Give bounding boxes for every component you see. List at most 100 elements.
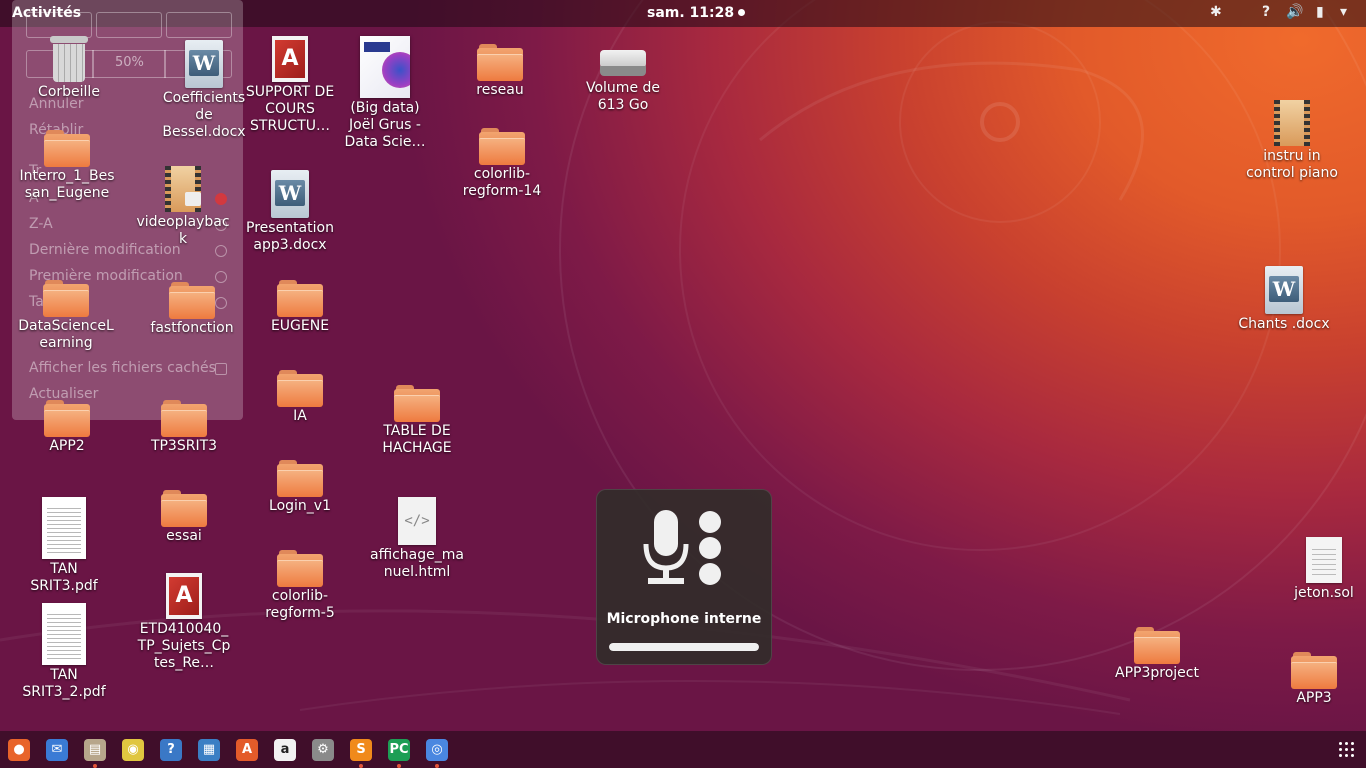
dock-app-thunderbird-icon[interactable]: ✉ — [46, 739, 68, 761]
desktop-icon-file[interactable]: TAN SRIT3_2.pdf — [16, 603, 112, 701]
desktop-icon-folder[interactable]: colorlib-regform-5 — [252, 550, 348, 622]
desktop-icon-folder[interactable]: Interro_1_Bessan_Eugene — [19, 130, 115, 202]
dock-app-chrome-icon[interactable]: ◎ — [426, 739, 448, 761]
folder-icon — [44, 400, 90, 437]
microphone-osd: Microphone interne — [596, 489, 772, 665]
folder-icon — [277, 550, 323, 587]
desktop-icon-label: SUPPORT DE COURS STRUCTU… — [245, 84, 335, 134]
html-file-icon: </> — [398, 497, 436, 545]
input-level-bar — [609, 643, 759, 651]
desktop-icon-folder[interactable]: APP2 — [19, 400, 115, 455]
desktop-icon-label: Coefficients de Bessel.docx — [162, 90, 246, 140]
desktop-icon-file[interactable]: (Big data) Joël Grus - Data Scie… — [337, 36, 433, 151]
desktop-icon-label: instru in control piano — [1246, 148, 1338, 181]
new-folder-button[interactable] — [26, 12, 92, 38]
desktop-icon-label: fastfonction — [150, 320, 234, 336]
desktop-icon-folder[interactable]: fastfonction — [144, 282, 240, 337]
desktop-icon-trash[interactable]: Corbeille — [21, 36, 117, 101]
desktop-icon-folder[interactable]: APP3project — [1109, 627, 1205, 682]
desktop-icon-file[interactable]: instru in control piano — [1244, 100, 1340, 182]
running-indicator-icon — [359, 764, 363, 768]
dock-app-help-icon[interactable]: ? — [160, 739, 182, 761]
folder-icon — [277, 460, 323, 497]
dock-app-pycharm-icon[interactable]: PC — [388, 739, 410, 761]
folder-icon — [277, 370, 323, 407]
desktop-icon-folder[interactable]: EUGENE — [252, 280, 348, 335]
folder-icon — [277, 280, 323, 317]
running-indicator-icon — [435, 764, 439, 768]
desktop-icon-folder[interactable]: colorlib-regform-14 — [454, 128, 550, 200]
desktop-icon-label: APP2 — [49, 438, 85, 454]
desktop-icon-folder[interactable]: essai — [136, 490, 232, 545]
desktop-icon-label: jeton.sol — [1294, 585, 1354, 601]
desktop-icon-label: IA — [293, 408, 307, 424]
desktop-icon-file[interactable]: W Chants .docx — [1236, 266, 1332, 333]
menu-item-sort-za[interactable]: Z-A — [29, 216, 53, 232]
bluetooth-icon[interactable]: ✱ — [1210, 4, 1222, 20]
pdf-icon: A — [166, 573, 202, 619]
scanned-document-icon — [42, 603, 86, 665]
desktop-icon-label: reseau — [476, 82, 524, 98]
text-file-icon — [1306, 537, 1342, 583]
desktop-icon-file[interactable]: videoplayback — [135, 166, 231, 248]
folder-icon — [161, 400, 207, 437]
new-document-button[interactable] — [96, 12, 162, 38]
folder-icon — [1291, 652, 1337, 689]
desktop-icon-folder[interactable]: TP3SRIT3 — [136, 400, 232, 455]
show-applications-icon[interactable] — [1339, 742, 1355, 758]
battery-icon[interactable]: ▮ — [1316, 4, 1324, 20]
desktop-icon-label: colorlib-regform-14 — [462, 166, 542, 199]
pdf-icon: A — [272, 36, 308, 82]
desktop-icon-file[interactable]: </> affichage_manuel.html — [369, 497, 465, 581]
dock-app-settings-icon[interactable]: ⚙ — [312, 739, 334, 761]
desktop-icon-file[interactable]: jeton.sol — [1276, 537, 1366, 602]
word-document-icon: W — [1265, 266, 1303, 314]
folder-icon — [1134, 627, 1180, 664]
desktop-icon-label: DataScienceLearning — [18, 318, 114, 351]
menu-item-show-hidden[interactable]: Afficher les fichiers cachés — [29, 360, 216, 376]
folder-icon — [394, 385, 440, 422]
input-level-fill — [609, 643, 759, 651]
desktop-icon-folder[interactable]: Login_v1 — [252, 460, 348, 515]
desktop-icon-file[interactable]: A SUPPORT DE COURS STRUCTU… — [242, 36, 338, 135]
clock[interactable]: sam. 11:28 — [647, 5, 746, 21]
osd-device-label: Microphone interne — [606, 611, 762, 627]
desktop-icon-volume[interactable]: Volume de 613 Go — [575, 42, 671, 114]
hard-disk-icon — [600, 42, 646, 78]
desktop-icon-folder[interactable]: APP3 — [1268, 652, 1360, 707]
dock-app-writer-icon[interactable]: ▦ — [198, 739, 220, 761]
desktop-icon-file[interactable]: A ETD410040_TP_Sujets_Cptes_Re… — [136, 573, 232, 672]
system-menu-icon[interactable]: ▾ — [1340, 4, 1347, 20]
folder-icon — [44, 130, 90, 167]
desktop-icon-folder[interactable]: TABLE DE HACHAGE — [369, 385, 465, 457]
dock-app-rhythmbox-icon[interactable]: ◉ — [122, 739, 144, 761]
video-file-icon — [1274, 100, 1310, 146]
desktop-icon-label: Interro_1_Bessan_Eugene — [19, 168, 115, 201]
folder-icon — [169, 282, 215, 319]
desktop-icon-file[interactable]: TAN SRIT3.pdf — [16, 497, 112, 595]
dock-app-software-icon[interactable]: A — [236, 739, 258, 761]
desktop-icon-folder[interactable]: reseau — [452, 44, 548, 99]
lock-icon — [185, 192, 201, 206]
scanned-document-icon — [42, 497, 86, 559]
dock-app-files-icon[interactable]: ▤ — [84, 739, 106, 761]
desktop-icon-folder[interactable]: IA — [252, 370, 348, 425]
desktop-icon-label: Corbeille — [38, 84, 100, 100]
show-hidden-checkbox[interactable] — [215, 363, 227, 375]
dock-app-amazon-icon[interactable]: a — [274, 739, 296, 761]
folder-icon — [161, 490, 207, 527]
desktop-icon-label: EUGENE — [270, 318, 330, 334]
dock-app-firefox-icon[interactable]: ● — [8, 739, 30, 761]
dock-app-sublime-text-icon[interactable]: S — [350, 739, 372, 761]
folder-icon — [477, 44, 523, 81]
desktop-icon-folder[interactable]: DataScienceLearning — [18, 280, 114, 352]
desktop-icon-file[interactable]: W Coefficients de Bessel.docx — [156, 40, 252, 141]
help-icon[interactable]: ? — [1262, 4, 1270, 20]
volume-icon[interactable]: 🔊 — [1286, 4, 1303, 20]
desktop-icon-label: videoplayback — [136, 214, 230, 247]
desktop-icon-label: TAN SRIT3.pdf — [30, 561, 98, 594]
desktop-icon-label: TP3SRIT3 — [150, 438, 218, 454]
print-button[interactable] — [166, 12, 232, 38]
desktop-icon-label: colorlib-regform-5 — [265, 588, 335, 621]
desktop-icon-file[interactable]: W Presentation app3.docx — [242, 170, 338, 254]
